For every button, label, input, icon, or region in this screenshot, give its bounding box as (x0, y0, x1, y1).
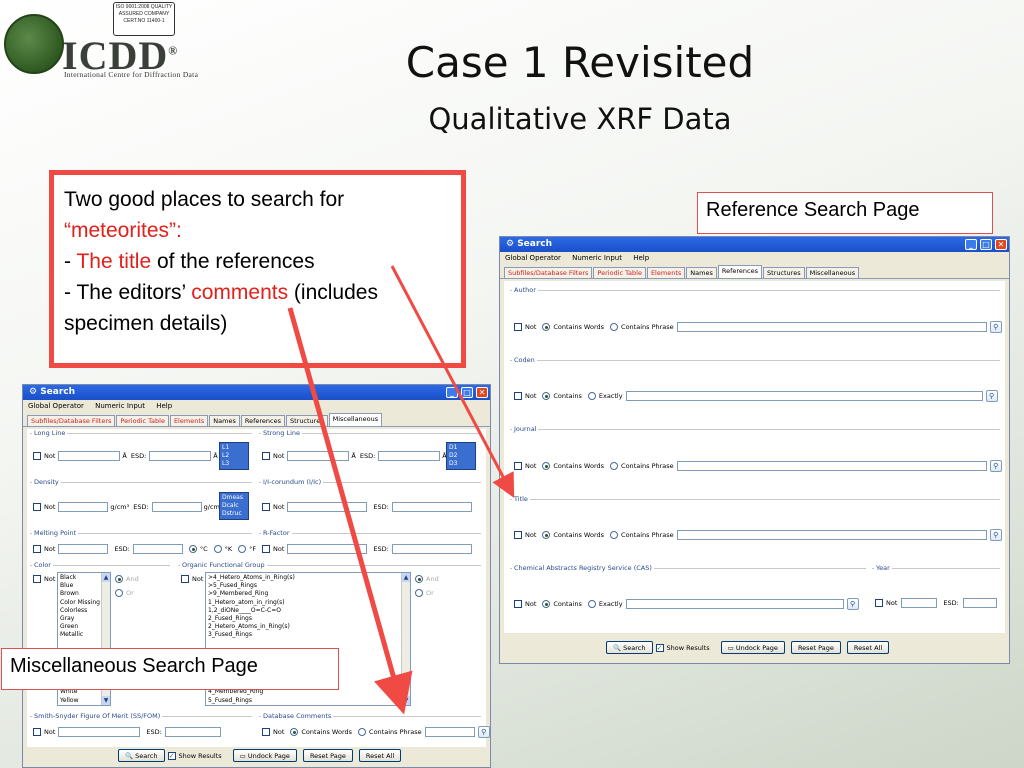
callout-arrows (287, 265, 515, 715)
arrow-to-comments-field (287, 307, 413, 715)
arrow-to-title-field (390, 265, 515, 498)
